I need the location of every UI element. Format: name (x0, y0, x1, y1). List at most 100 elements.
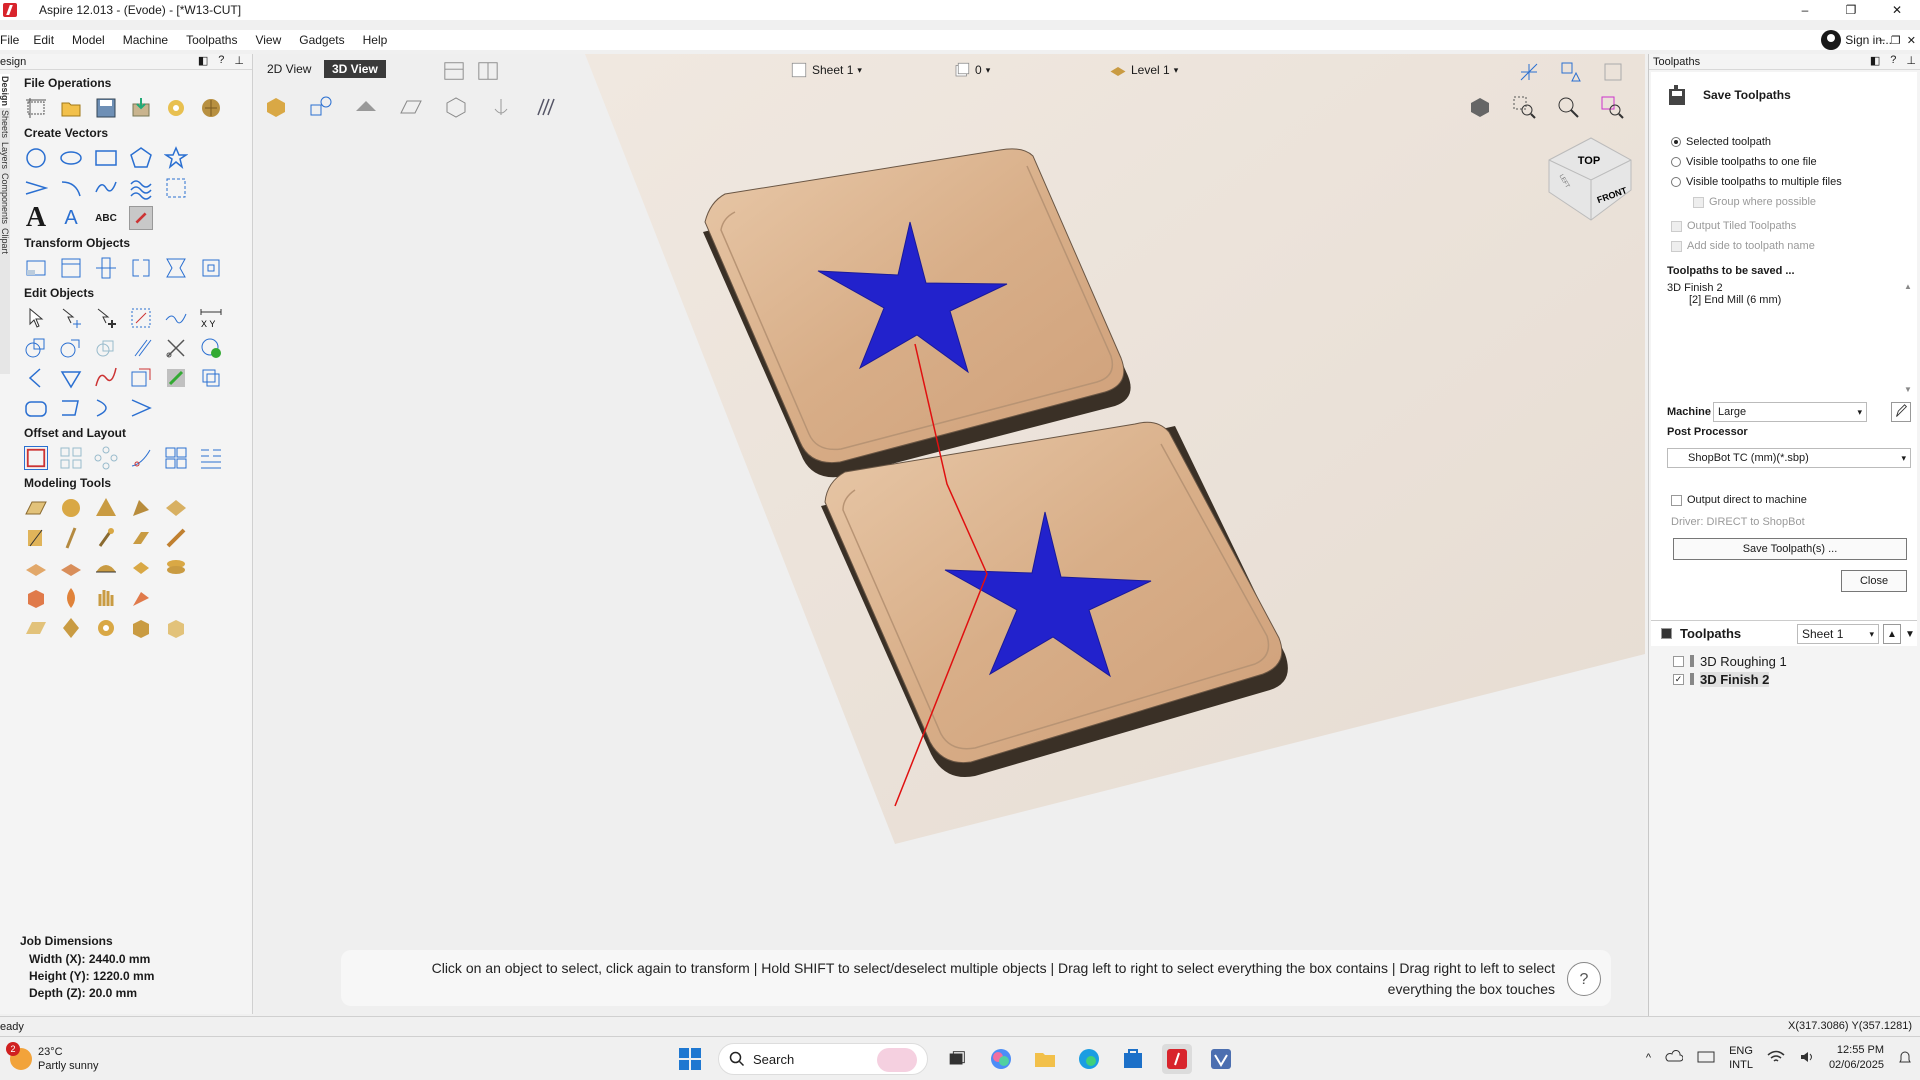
zoom-icon[interactable] (1555, 94, 1581, 120)
doc-restore-button[interactable]: ❐ (1891, 34, 1901, 47)
fillet-icon[interactable] (24, 366, 48, 390)
volume-icon[interactable] (1799, 1050, 1815, 1067)
notification-bell-icon[interactable] (1898, 1049, 1912, 1068)
panel-dock-icon[interactable]: ◧ (198, 54, 208, 67)
copy-along-vector-icon[interactable] (129, 446, 153, 470)
create-parallel-icon[interactable] (129, 366, 153, 390)
option-group-where-possible[interactable]: Group where possible (1693, 196, 1816, 208)
input-language[interactable]: ENG INTL (1729, 1044, 1753, 1072)
vector-texture-icon[interactable] (164, 366, 188, 390)
arc-fit-icon[interactable] (94, 396, 118, 420)
doc-close-button[interactable]: ✕ (1907, 34, 1916, 47)
list-scrollbar[interactable]: ▲ ▼ (1903, 282, 1913, 394)
mirror-icon[interactable] (129, 256, 153, 280)
weather-widget[interactable]: 2 23°C Partly sunny (6, 1042, 99, 1073)
panel-pin-icon[interactable]: ⊥ (1906, 54, 1916, 67)
checkbox-group-where-possible[interactable] (1693, 196, 1704, 208)
vtab-sheets[interactable]: Sheets (0, 108, 10, 140)
toolpaths-sheet-select[interactable]: Sheet 1 ▾ (1797, 624, 1879, 644)
import-bitmap-icon[interactable] (164, 96, 188, 120)
menu-machine[interactable]: Machine (123, 33, 186, 47)
extend-icon[interactable] (59, 396, 83, 420)
tilt-icon[interactable] (59, 556, 83, 580)
radio-one-file[interactable] (1671, 157, 1681, 167)
level-dropdown[interactable]: Level 1 ▾ (1109, 60, 1178, 80)
shape-editor-icon[interactable] (24, 496, 48, 520)
offset-arrow-icon[interactable] (129, 396, 153, 420)
export-model-icon[interactable] (24, 616, 48, 640)
menu-edit[interactable]: Edit (33, 33, 72, 47)
draw-arc-icon[interactable] (59, 176, 83, 200)
menu-help[interactable]: Help (363, 33, 398, 47)
slice-icon[interactable] (129, 556, 153, 580)
draw-ellipse-icon[interactable] (59, 146, 83, 170)
flatten-icon[interactable] (24, 556, 48, 580)
nesting-icon[interactable] (164, 446, 188, 470)
3d-view-area[interactable]: 2D View 3D View Sheet 1▾ 0▾ Level 1▾ (255, 54, 1645, 1016)
single-view-icon[interactable] (443, 60, 465, 82)
menu-view[interactable]: View (255, 33, 299, 47)
import-model-icon[interactable] (199, 96, 223, 120)
option-output-tiled[interactable]: Output Tiled Toolpaths (1671, 220, 1796, 232)
draw-text-icon[interactable]: A (24, 202, 48, 233)
scale-icon[interactable] (164, 256, 188, 280)
checkbox-add-side[interactable] (1671, 240, 1682, 252)
draw-circle-icon[interactable] (24, 146, 48, 170)
minimize-button[interactable]: – (1782, 0, 1828, 20)
auto-layout-text-icon[interactable]: A (59, 206, 83, 230)
save-toolpaths-button[interactable]: Save Toolpath(s) ... (1673, 538, 1907, 560)
machine-select[interactable]: Large ▾ (1713, 402, 1867, 422)
draw-star-icon[interactable] (164, 146, 188, 170)
taskbar-search[interactable]: Search (718, 1043, 928, 1075)
navigation-cube[interactable]: TOP FRONT LEFT (1541, 134, 1635, 224)
offset-vectors-icon[interactable] (24, 446, 48, 470)
trim-icon[interactable] (129, 336, 153, 360)
fire-texture-icon[interactable] (59, 586, 83, 610)
chisel-icon[interactable] (164, 526, 188, 550)
edge-browser-icon[interactable] (1074, 1044, 1104, 1074)
bake-icon[interactable] (129, 586, 153, 610)
menu-gadgets[interactable]: Gadgets (299, 33, 362, 47)
smooth-curve-icon[interactable] (94, 366, 118, 390)
clock[interactable]: 12:55 PM 02/06/2025 (1829, 1043, 1884, 1073)
doc-minimize-button[interactable]: – (1879, 34, 1885, 46)
two-rail-sweep-icon[interactable] (94, 496, 118, 520)
option-output-direct[interactable]: Output direct to machine (1671, 494, 1807, 506)
subtract-icon[interactable] (59, 336, 83, 360)
draw-wave-icon[interactable] (129, 176, 153, 200)
circular-array-icon[interactable] (94, 446, 118, 470)
show-vectors-icon[interactable] (308, 94, 334, 120)
fade-icon[interactable] (129, 526, 153, 550)
tray-overflow-chevron[interactable]: ^ (1646, 1052, 1651, 1064)
tab-3d-view[interactable]: 3D View (324, 60, 386, 78)
stack-icon[interactable] (164, 556, 188, 580)
move-up-button[interactable]: ▲ (1883, 624, 1901, 644)
panel-pin-icon[interactable]: ⊥ (234, 54, 244, 67)
restore-button[interactable]: ❐ (1828, 0, 1874, 20)
cube-model-icon[interactable] (164, 616, 188, 640)
extrude-icon[interactable] (129, 496, 153, 520)
select-arrow-icon[interactable] (24, 306, 48, 330)
create-prism-icon[interactable] (164, 496, 188, 520)
join-vectors-icon[interactable] (164, 306, 188, 330)
toolpath-checkbox[interactable] (1673, 655, 1684, 667)
option-one-file[interactable]: Visible toolpaths to one file (1671, 156, 1817, 168)
wifi-icon[interactable] (1767, 1050, 1785, 1067)
frame-icon[interactable] (1601, 60, 1625, 84)
close-form-button[interactable]: Close (1841, 570, 1907, 592)
menu-file[interactable]: File (0, 33, 33, 47)
menu-toolpaths[interactable]: Toolpaths (186, 33, 255, 47)
keyboard-icon[interactable] (1697, 1051, 1715, 1066)
draw-polyline-icon[interactable] (24, 176, 48, 200)
toolpaths-master-checkbox[interactable] (1661, 628, 1672, 639)
save-file-icon[interactable] (94, 96, 118, 120)
box-model-icon[interactable] (129, 616, 153, 640)
import-vectors-icon[interactable] (129, 96, 153, 120)
aspire-taskbar-icon[interactable] (1162, 1044, 1192, 1074)
toolpaths-to-save-list[interactable]: 3D Finish 2 [2] End Mill (6 mm) ▲ ▼ (1667, 282, 1913, 394)
scroll-down-icon[interactable]: ▼ (1903, 385, 1913, 394)
option-multiple-files[interactable]: Visible toolpaths to multiple files (1671, 176, 1842, 188)
toolpath-row-finish[interactable]: ✓ 3D Finish 2 (1663, 670, 1787, 688)
toolpath-lines-icon[interactable] (533, 94, 559, 120)
close-vectors-icon[interactable] (199, 336, 223, 360)
